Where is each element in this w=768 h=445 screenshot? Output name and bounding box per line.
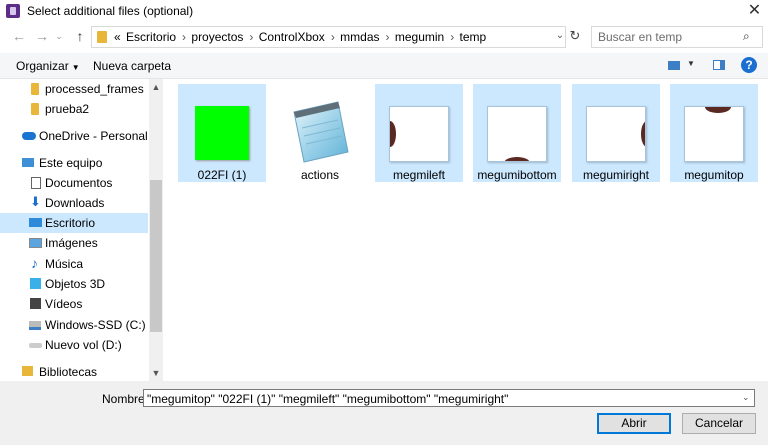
drive-icon [29,321,41,330]
videos-icon [30,298,41,309]
organize-button[interactable]: Organizar ▼ [16,59,80,73]
scrollbar-thumb[interactable] [150,180,162,332]
sidebar-item-onedrive[interactable]: OneDrive - Personal [0,126,148,146]
file-item-megumiright[interactable]: megumiright [572,84,660,182]
refresh-icon[interactable]: ↻ [566,27,584,45]
folder-icon [31,83,39,95]
folder-icon [97,31,107,43]
address-bar[interactable]: « Escritorio › proyectos › ControlXbox › mm… [91,26,566,48]
breadcrumb: « Escritorio › proyectos › ControlXbox › mm… [114,30,487,44]
file-item-022fi[interactable]: 022FI (1) [178,84,266,182]
image-thumbnail [684,106,744,162]
chevron-down-icon[interactable]: ⌄ [742,392,750,403]
computer-icon [22,158,34,167]
close-button[interactable]: ✕ [741,0,768,22]
library-icon [22,366,33,376]
image-thumbnail [195,106,249,160]
music-icon: ♪ [31,255,38,271]
image-thumbnail [389,106,449,162]
search-input[interactable]: Buscar en temp [598,30,682,44]
download-icon: ⬇ [30,194,41,209]
image-thumbnail [586,106,646,162]
sidebar-item-videos[interactable]: Vídeos [0,294,148,314]
up-button[interactable]: ↑ [71,27,89,45]
window-title: Select additional files (optional) [27,4,194,18]
address-dropdown-chevron-icon[interactable]: ⌄ [553,27,567,45]
sidebar-item-prueba2[interactable]: prueba2 [0,99,148,119]
folder-icon [31,103,39,115]
sidebar-item-escritorio[interactable]: Escritorio [0,213,148,233]
sidebar-item-windows-ssd[interactable]: Windows-SSD (C:) [0,315,148,335]
breadcrumb-controlxbox[interactable]: ControlXbox [259,30,325,44]
scroll-down-icon[interactable]: ▼ [149,365,163,381]
breadcrumb-temp[interactable]: temp [460,30,487,44]
sidebar-item-objetos-3d[interactable]: Objetos 3D [0,274,148,294]
sidebar-item-bibliotecas[interactable]: Bibliotecas [0,362,148,381]
pictures-icon [29,238,42,248]
file-item-megumitop[interactable]: megumitop [670,84,758,182]
sidebar-item-musica[interactable]: ♪ Música [0,254,148,274]
breadcrumb-overflow[interactable]: « [114,30,121,44]
new-folder-button[interactable]: Nueva carpeta [93,59,171,73]
preview-pane-icon[interactable] [713,60,725,70]
chevron-down-icon[interactable]: ▼ [687,59,695,68]
scroll-up-icon[interactable]: ▲ [149,79,163,95]
recent-locations-chevron-icon[interactable]: ⌄ [54,27,64,45]
objects-3d-icon [30,278,41,289]
image-thumbnail [487,106,547,162]
drive-icon [29,343,42,348]
cancel-button[interactable]: Cancelar [682,413,756,434]
breadcrumb-megumin[interactable]: megumin [395,30,444,44]
file-name-field[interactable]: "megumitop" "022FI (1)" "megmileft" "meg… [143,389,755,407]
file-name-label: Nombre: [102,392,149,406]
open-button[interactable]: Abrir [597,413,671,434]
sidebar-item-documentos[interactable]: Documentos [0,173,148,193]
help-icon[interactable]: ? [741,57,757,73]
sidebar-item-imagenes[interactable]: Imágenes [0,233,148,253]
navigation-pane: processed_frames prueba2 OneDrive - Pers… [0,79,150,381]
breadcrumb-mmdas[interactable]: mmdas [340,30,379,44]
app-icon [6,4,20,18]
sidebar-item-nuevo-vol[interactable]: Nuevo vol (D:) [0,335,148,355]
breadcrumb-escritorio[interactable]: Escritorio [126,30,176,44]
file-list: 022FI (1) actions megmileft megumibottom [163,79,768,381]
file-item-actions[interactable]: actions [276,84,364,182]
chevron-down-icon: ▼ [71,63,80,72]
desktop-icon [29,218,42,227]
command-bar: Organizar ▼ Nueva carpeta ▼ ? [0,53,768,79]
notepad-icon [293,101,349,163]
view-options-icon[interactable] [668,61,680,70]
document-icon [31,177,41,189]
search-box[interactable]: Buscar en temp ⌕ [591,26,763,48]
cloud-icon [22,132,36,140]
file-name-value[interactable]: "megumitop" "022FI (1)" "megmileft" "meg… [147,392,508,406]
file-item-megumibottom[interactable]: megumibottom [473,84,561,182]
sidebar-item-downloads[interactable]: ⬇ Downloads [0,193,148,213]
file-item-megmileft[interactable]: megmileft [375,84,463,182]
sidebar-item-este-equipo[interactable]: Este equipo [0,153,148,173]
search-icon[interactable]: ⌕ [743,29,750,44]
breadcrumb-proyectos[interactable]: proyectos [191,30,243,44]
sidebar-item-processed-frames[interactable]: processed_frames [0,79,148,99]
forward-button[interactable]: → [33,27,51,45]
back-button[interactable]: ← [10,27,28,45]
